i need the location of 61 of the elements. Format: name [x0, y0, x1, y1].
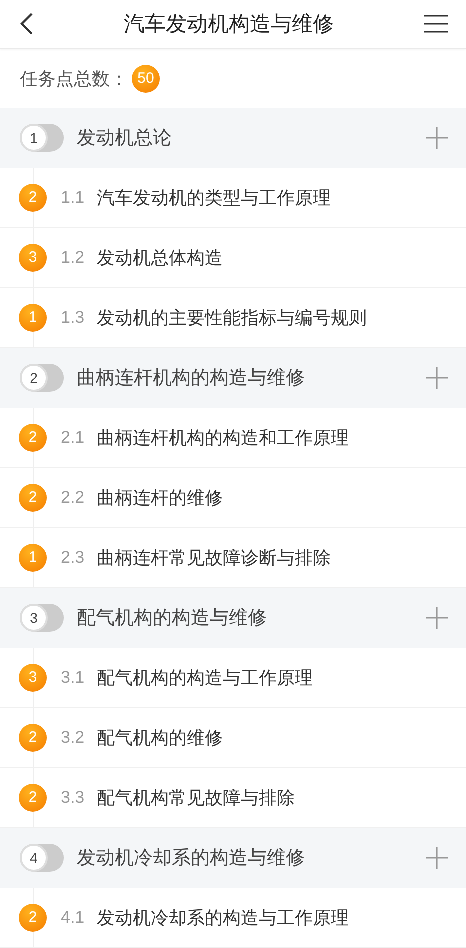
lesson-number: 3.2: [61, 728, 86, 748]
lesson-row[interactable]: 3 1.2 发动机总体构造: [0, 228, 466, 288]
chapter-row[interactable]: 4 发动机冷却系的构造与维修: [0, 828, 466, 888]
task-count-badge: 1: [19, 544, 47, 572]
lesson-number: 2.1: [61, 428, 86, 448]
plus-icon[interactable]: [426, 367, 448, 389]
lesson-title: 配气机构常见故障与排除: [97, 786, 295, 810]
lesson-number: 2.2: [61, 488, 86, 508]
chapter-number-toggle: 1: [20, 124, 64, 152]
lesson-number: 3.3: [61, 788, 86, 808]
lesson-row[interactable]: 2 1.1 汽车发动机的类型与工作原理: [0, 168, 466, 228]
task-total-label: 任务点总数：: [20, 68, 128, 90]
task-count-badge: 3: [19, 244, 47, 272]
chapter-row[interactable]: 3 配气机构的构造与维修: [0, 588, 466, 648]
lesson-title: 汽车发动机的类型与工作原理: [97, 186, 331, 210]
plus-icon[interactable]: [426, 847, 448, 869]
lesson-number: 1.3: [61, 308, 86, 328]
chapter-title: 发动机总论: [77, 126, 173, 151]
task-count-badge: 1: [19, 304, 47, 332]
back-icon[interactable]: [20, 12, 34, 36]
lesson-title: 配气机构的维修: [97, 726, 223, 750]
chapter-number-toggle: 2: [20, 364, 64, 392]
lesson-number: 2.3: [61, 548, 86, 568]
chapter-title: 配气机构的构造与维修: [77, 606, 268, 631]
task-count-badge: 3: [19, 664, 47, 692]
task-count-badge: 50: [132, 64, 160, 92]
chapter-row[interactable]: 1 发动机总论: [0, 108, 466, 168]
chapter-title: 曲柄连杆机构的构造与维修: [77, 366, 306, 391]
lesson-number: 4.1: [61, 908, 86, 928]
lesson-row[interactable]: 3 3.1 配气机构的构造与工作原理: [0, 648, 466, 708]
lesson-title: 曲柄连杆常见故障诊断与排除: [97, 546, 331, 570]
lesson-number: 1.1: [61, 188, 86, 208]
lesson-row[interactable]: 2 2.1 曲柄连杆机构的构造和工作原理: [0, 408, 466, 468]
lesson-title: 配气机构的构造与工作原理: [97, 666, 313, 690]
lesson-title: 曲柄连杆的维修: [97, 486, 223, 510]
task-count-badge: 2: [19, 184, 47, 212]
lesson-row[interactable]: 1 1.3 发动机的主要性能指标与编号规则: [0, 288, 466, 348]
plus-icon[interactable]: [426, 607, 448, 629]
lesson-number: 3.1: [61, 668, 86, 688]
task-count-badge: 2: [19, 424, 47, 452]
lesson-row[interactable]: 1 2.3 曲柄连杆常见故障诊断与排除: [0, 528, 466, 588]
task-count-badge: 2: [19, 784, 47, 812]
chapter-row[interactable]: 2 曲柄连杆机构的构造与维修: [0, 348, 466, 408]
chapter-title: 发动机冷却系的构造与维修: [77, 846, 306, 871]
menu-icon[interactable]: [424, 15, 448, 33]
chapter-number-toggle: 3: [20, 604, 64, 632]
lesson-title: 发动机的主要性能指标与编号规则: [97, 306, 367, 330]
lesson-title: 发动机冷却系的构造与工作原理: [97, 906, 349, 930]
lesson-title: 发动机总体构造: [97, 246, 223, 270]
chapter-number-toggle: 4: [20, 844, 64, 872]
plus-icon[interactable]: [426, 127, 448, 149]
lesson-row[interactable]: 2 2.2 曲柄连杆的维修: [0, 468, 466, 528]
page-title: 汽车发动机构造与维修: [124, 11, 334, 38]
lesson-title: 曲柄连杆机构的构造和工作原理: [97, 426, 349, 450]
task-count-badge: 2: [19, 724, 47, 752]
lesson-row[interactable]: 2 4.1 发动机冷却系的构造与工作原理: [0, 888, 466, 948]
task-count-badge: 2: [19, 484, 47, 512]
lesson-row[interactable]: 2 3.3 配气机构常见故障与排除: [0, 768, 466, 828]
lesson-number: 1.2: [61, 248, 86, 268]
task-count-badge: 2: [19, 904, 47, 932]
lesson-row[interactable]: 2 3.2 配气机构的维修: [0, 708, 466, 768]
